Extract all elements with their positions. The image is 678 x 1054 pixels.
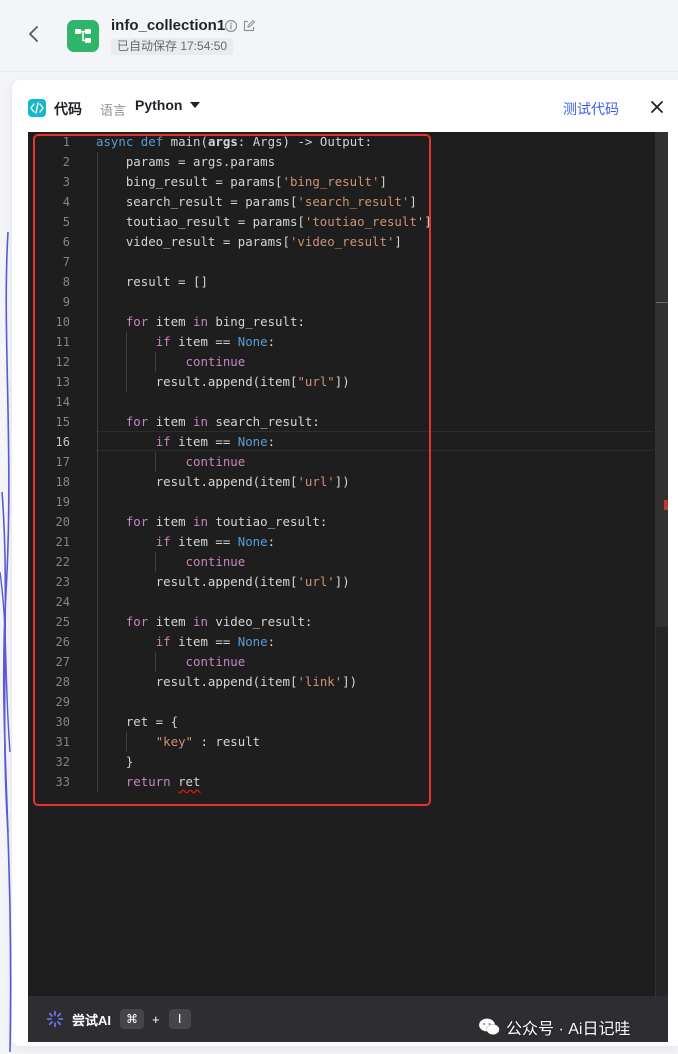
edit-icon[interactable] (242, 19, 256, 33)
wechat-icon (478, 1017, 500, 1037)
indent-guide (97, 152, 98, 792)
language-label: 语言 (100, 103, 127, 118)
code-line: 17 continue (28, 452, 655, 472)
line-number: 28 (55, 675, 70, 689)
line-number: 21 (55, 535, 70, 549)
code-line: 20 for item in toutiao_result: (28, 512, 655, 532)
test-code-button[interactable]: 测试代码 (563, 99, 619, 119)
shortcut-key-i: I (168, 1009, 191, 1029)
code-line-active: 16 if item == None: (28, 432, 655, 452)
code-line: 3 bing_result = params['bing_result'] (28, 172, 655, 192)
line-number: 17 (55, 455, 70, 469)
line-number: 23 (55, 575, 70, 589)
code-line: 15 for item in search_result: (28, 412, 655, 432)
shortcut-plus: + (152, 1011, 160, 1027)
line-number: 8 (62, 275, 70, 289)
app-title: info_collection1 (111, 17, 226, 34)
code-line: 10 for item in bing_result: (28, 312, 655, 332)
code-line: 13 result.append(item["url"]) (28, 372, 655, 392)
line-number: 5 (62, 215, 70, 229)
language-select[interactable]: Python (135, 97, 201, 119)
line-number: 3 (62, 175, 70, 189)
code-panel: 代码 语言 Python 测试代码 1 async def main(args: … (12, 80, 678, 1046)
line-number: 32 (55, 755, 70, 769)
ai-label[interactable]: 尝试AI (72, 1010, 111, 1029)
line-number: 14 (55, 395, 70, 409)
watermark-text: 公众号 · Ai日记哇 (506, 1021, 631, 1038)
code-line: 29 (28, 692, 655, 712)
workflow-app-icon (67, 20, 99, 52)
line-number: 9 (62, 295, 70, 309)
code-line: 12 continue (28, 352, 655, 372)
code-line: 24 (28, 592, 655, 612)
error-marker (664, 500, 668, 510)
code-line: 31 "key" : result (28, 732, 655, 752)
code-line: 28 result.append(item['link']) (28, 672, 655, 692)
code-line: 25 for item in video_result: (28, 612, 655, 632)
line-number: 12 (55, 355, 70, 369)
code-line: 18 result.append(item['url']) (28, 472, 655, 492)
line-number: 16 (55, 435, 70, 449)
line-number: 6 (62, 235, 70, 249)
code-line: 19 (28, 492, 655, 512)
line-number: 11 (55, 335, 70, 349)
line-number: 30 (55, 715, 70, 729)
scrollbar-marker (656, 302, 668, 303)
line-number: 33 (55, 775, 70, 789)
ai-sparkle-icon (46, 1010, 64, 1028)
back-arrow-icon[interactable] (22, 22, 46, 46)
code-line: 27 continue (28, 652, 655, 672)
code-line: 2 params = args.params (28, 152, 655, 172)
code-line: 4 search_result = params['search_result'… (28, 192, 655, 212)
code-line: 6 video_result = params['video_result'] (28, 232, 655, 252)
code-line: 26 if item == None: (28, 632, 655, 652)
line-number: 15 (55, 415, 70, 429)
line-number: 18 (55, 475, 70, 489)
code-line: 14 (28, 392, 655, 412)
editor-scrollbar[interactable] (655, 132, 668, 996)
info-icon[interactable] (224, 19, 238, 33)
code-line: 8 result = [] (28, 272, 655, 292)
line-number: 24 (55, 595, 70, 609)
close-icon[interactable] (649, 99, 665, 115)
line-number: 4 (62, 195, 70, 209)
scrollbar-thumb[interactable] (656, 132, 668, 627)
line-number: 26 (55, 635, 70, 649)
line-number: 20 (55, 515, 70, 529)
code-line: 33 return ret (28, 772, 655, 792)
shortcut-key-cmd: ⌘ (120, 1009, 145, 1029)
line-number: 10 (55, 315, 70, 329)
code-line: 7 (28, 252, 655, 272)
code-line: 30 ret = { (28, 712, 655, 732)
line-number: 13 (55, 375, 70, 389)
caret-down-icon (190, 102, 201, 108)
line-number: 29 (55, 695, 70, 709)
code-line: 5 toutiao_result = params['toutiao_resul… (28, 212, 655, 232)
top-bar: info_collection1 已自动保存 17:54:50 (0, 0, 678, 72)
line-number: 31 (55, 735, 70, 749)
code-icon (28, 99, 46, 117)
code-line: 1 async def main(args: Args) -> Output: (28, 132, 655, 152)
code-line: 32 } (28, 752, 655, 772)
code-line: 11 if item == None: (28, 332, 655, 352)
code-line: 9 (28, 292, 655, 312)
line-number: 22 (55, 555, 70, 569)
code-line: 21 if item == None: (28, 532, 655, 552)
line-number: 7 (62, 255, 70, 269)
line-number: 2 (62, 155, 70, 169)
line-number: 27 (55, 655, 70, 669)
code-line: 23 result.append(item['url']) (28, 572, 655, 592)
panel-header: 代码 语言 Python 测试代码 (12, 80, 678, 134)
watermark: 公众号 · Ai日记哇 (478, 1016, 630, 1038)
code-content[interactable]: 1 async def main(args: Args) -> Output: 2… (28, 132, 655, 792)
panel-title: 代码 (54, 101, 82, 117)
line-number: 25 (55, 615, 70, 629)
line-number: 1 (62, 135, 70, 149)
autosave-status: 已自动保存 17:54:50 (111, 38, 234, 55)
line-number: 19 (55, 495, 70, 509)
code-line: 22 continue (28, 552, 655, 572)
code-editor[interactable]: 1 async def main(args: Args) -> Output: 2… (28, 132, 668, 996)
language-value: Python (135, 97, 183, 113)
